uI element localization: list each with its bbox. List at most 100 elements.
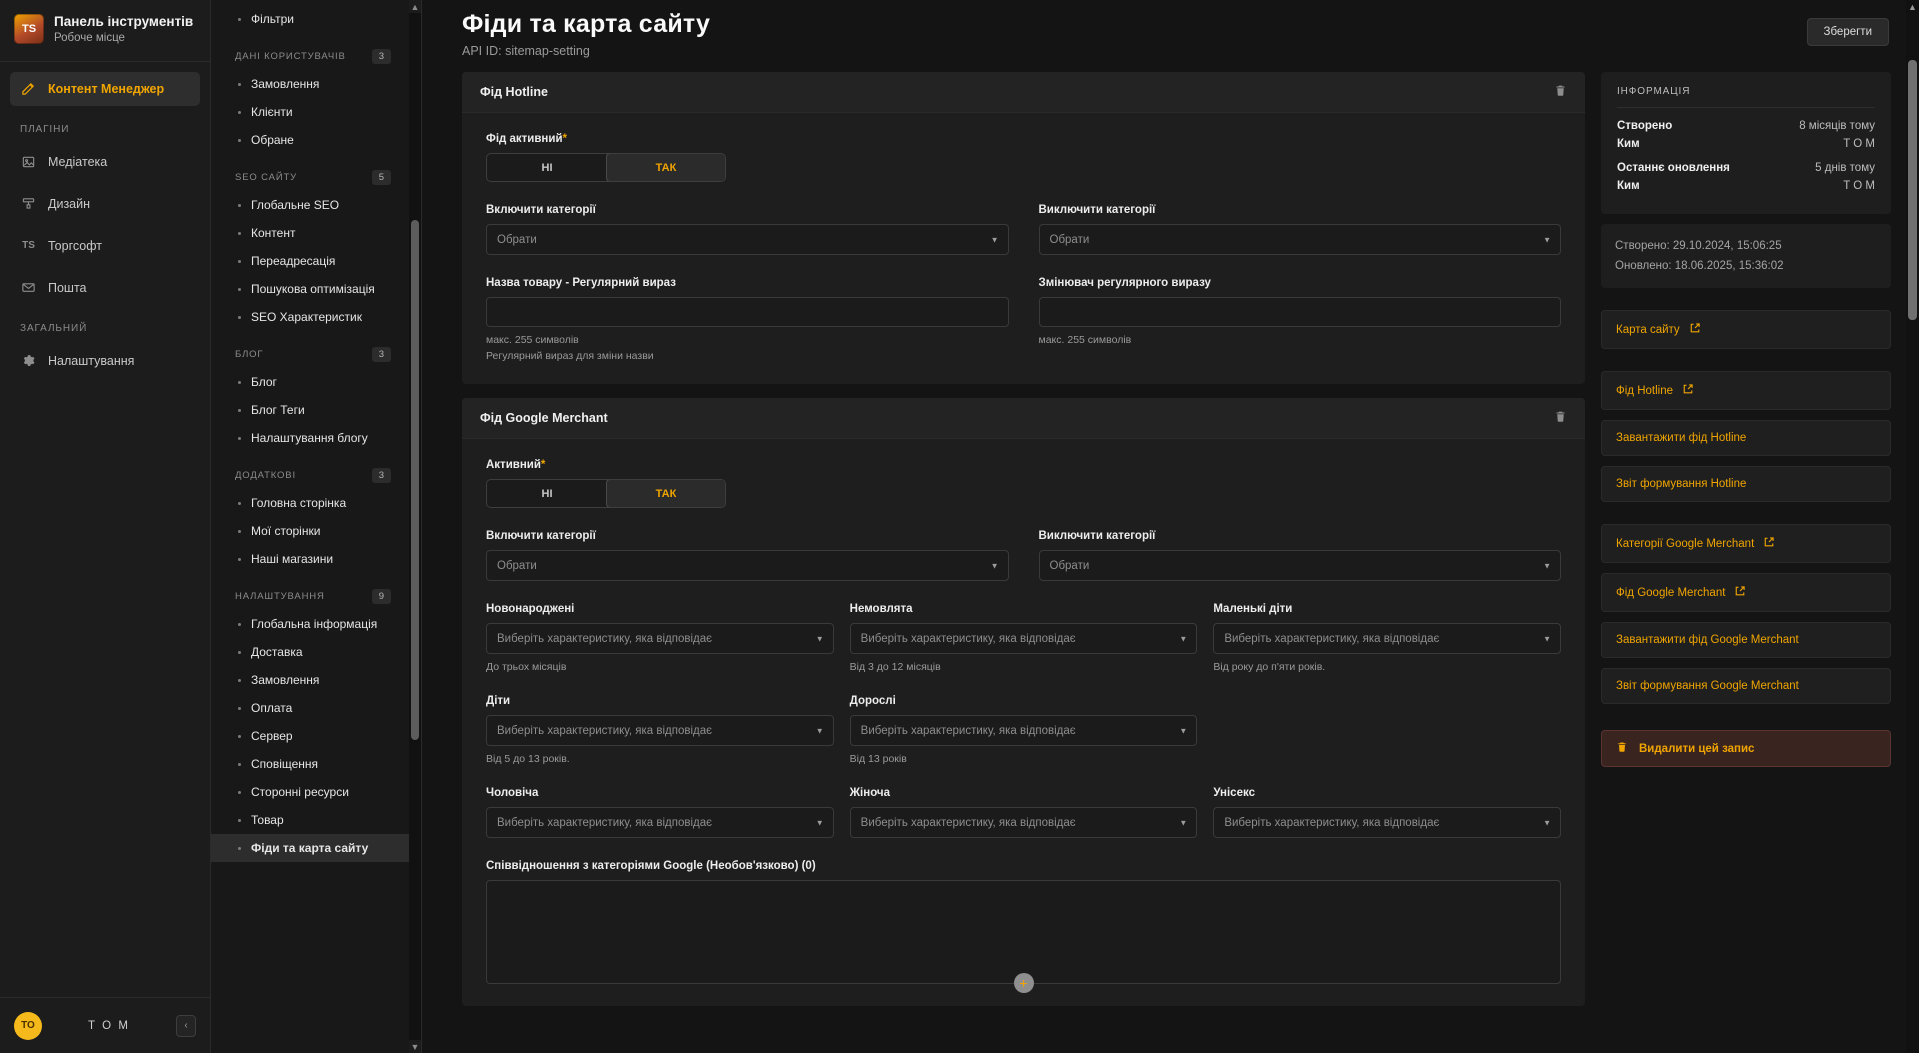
nav-item-my-pages[interactable]: Мої сторінки xyxy=(211,517,409,545)
nav-item-global-seo[interactable]: Глобальне SEO xyxy=(211,191,409,219)
attribute-select[interactable]: Виберіть характеристику, яка відповідає … xyxy=(849,807,1198,838)
attribute-select[interactable]: Виберіть характеристику, яка відповідає … xyxy=(849,623,1198,654)
scroll-down-arrow-icon[interactable]: ▼ xyxy=(409,1040,421,1053)
merchant-toggle-yes[interactable]: ТАК xyxy=(606,480,725,507)
chevron-down-icon: ▼ xyxy=(1543,634,1551,643)
sidebar-item-mail[interactable]: Пошта xyxy=(10,271,200,305)
nav-item-global-info[interactable]: Глобальна інформація xyxy=(211,610,409,638)
sidebar-item-design[interactable]: Дизайн xyxy=(10,187,200,221)
field-label: Жіноча xyxy=(849,787,891,799)
attribute-select[interactable]: Виберіть характеристику, яка відповідає … xyxy=(486,807,834,838)
merchant-toggle-no[interactable]: НІ xyxy=(487,480,607,507)
nav-item-orders-settings[interactable]: Замовлення xyxy=(211,666,409,694)
hotline-active-toggle[interactable]: НІ ТАК xyxy=(486,153,726,182)
hotline-exclude-select[interactable]: Обрати ▼ xyxy=(1038,224,1561,255)
nav-item-blog[interactable]: Блог xyxy=(211,368,409,396)
nav-group-heading-user-data: ДАНІ КОРИСТУВАЧІВ 3 xyxy=(211,33,409,70)
hotline-name-regex-input[interactable] xyxy=(486,297,1009,327)
required-mark: * xyxy=(540,459,546,471)
attribute-select[interactable]: Виберіть характеристику, яка відповідає … xyxy=(486,623,834,654)
sidebar-item-media-library[interactable]: Медіатека xyxy=(10,145,200,179)
sitemap-link-button[interactable]: Карта сайту xyxy=(1601,310,1891,350)
trash-icon[interactable] xyxy=(1554,410,1567,426)
scroll-up-arrow-icon[interactable]: ▲ xyxy=(1906,0,1919,14)
hotline-replace-regex-input[interactable] xyxy=(1038,297,1561,327)
nav-item-orders[interactable]: Замовлення xyxy=(211,70,409,98)
sidebar-item-label: Медіатека xyxy=(48,154,108,169)
nav-item-feeds-and-sitemap[interactable]: Фіди та карта сайту xyxy=(211,834,409,862)
scrollbar-thumb[interactable] xyxy=(1908,60,1917,320)
merchant-age-field-infant: Немовлята Виберіть характеристику, яка в… xyxy=(849,603,1198,673)
created-date: Створено: 29.10.2024, 15:06:25 xyxy=(1615,240,1782,252)
merchant-exclude-label: Виключити категорії xyxy=(1038,530,1156,542)
hotline-feed-link-button[interactable]: Фід Hotline xyxy=(1601,371,1891,411)
nav-item-our-shops[interactable]: Наші магазини xyxy=(211,545,409,573)
secondary-sidebar-scrollbar[interactable]: ▲ ▼ xyxy=(409,0,421,1053)
download-merchant-feed-button[interactable]: Завантажити фід Google Merchant xyxy=(1601,622,1891,659)
delete-record-button[interactable]: Видалити цей запис xyxy=(1601,730,1891,768)
attribute-select[interactable]: Виберіть характеристику, яка відповідає … xyxy=(1213,807,1561,838)
link-label: Категорії Google Merchant xyxy=(1616,537,1755,550)
chevron-down-icon: ▼ xyxy=(1179,634,1188,643)
nav-item-home-page[interactable]: Головна сторінка xyxy=(211,489,409,517)
nav-item-content[interactable]: Контент xyxy=(211,219,409,247)
nav-item-search-optimization[interactable]: Пошукова оптимізація xyxy=(211,275,409,303)
sidebar-item-torgsoft[interactable]: TS Торгсофт xyxy=(10,229,200,263)
merchant-active-toggle[interactable]: НІ ТАК xyxy=(486,479,726,508)
attribute-placeholder: Виберіть характеристику, яка відповідає xyxy=(497,632,713,645)
nav-item-label: Глобальна інформація xyxy=(251,617,378,631)
field-label: Новонароджені xyxy=(486,603,575,615)
scroll-up-arrow-icon[interactable]: ▲ xyxy=(409,0,421,13)
nav-item-seo-characteristics[interactable]: SEO Характеристик xyxy=(211,303,409,331)
sidebar-item-label: Налаштування xyxy=(48,353,135,368)
nav-item-label: Блог xyxy=(251,375,277,389)
hotline-include-value: Обрати xyxy=(497,233,537,246)
hotline-toggle-yes[interactable]: ТАК xyxy=(606,154,725,181)
nav-item-delivery[interactable]: Доставка xyxy=(211,638,409,666)
nav-item-blog-settings[interactable]: Налаштування блогу xyxy=(211,424,409,452)
trash-icon[interactable] xyxy=(1554,84,1567,100)
avatar[interactable]: ТО xyxy=(14,1011,42,1040)
merchant-include-select[interactable]: Обрати ▼ xyxy=(486,550,1009,581)
info-row-updated-by: Ким T O M xyxy=(1617,180,1875,192)
nav-item-label: Обране xyxy=(251,133,294,147)
main-scrollbar[interactable]: ▲ xyxy=(1906,0,1919,1053)
merchant-mapping-box: + xyxy=(486,880,1561,993)
nav-item-product[interactable]: Товар xyxy=(211,806,409,834)
chevron-left-icon[interactable]: ‹ xyxy=(176,1014,196,1037)
plus-icon[interactable]: + xyxy=(1013,973,1034,993)
hotline-toggle-no[interactable]: НІ xyxy=(487,154,607,181)
merchant-report-button[interactable]: Звіт формування Google Merchant xyxy=(1601,668,1891,705)
merchant-age-grid-1: Новонароджені Виберіть характеристику, я… xyxy=(486,603,1561,673)
scrollbar-thumb[interactable] xyxy=(411,220,419,740)
sidebar-item-settings[interactable]: Налаштування xyxy=(10,344,200,378)
attribute-select[interactable]: Виберіть характеристику, яка відповідає … xyxy=(849,715,1198,746)
merchant-age-field-adult: Дорослі Виберіть характеристику, яка від… xyxy=(849,695,1198,765)
attribute-select[interactable]: Виберіть характеристику, яка відповідає … xyxy=(1213,623,1561,654)
merchant-active-label-text: Активний xyxy=(486,459,541,471)
attribute-select[interactable]: Виберіть характеристику, яка відповідає … xyxy=(486,715,834,746)
external-link-icon xyxy=(1689,322,1701,337)
nav-group-heading-additional: ДОДАТКОВІ 3 xyxy=(211,452,409,489)
nav-item-payment[interactable]: Оплата xyxy=(211,694,409,722)
download-hotline-feed-button[interactable]: Завантажити фід Hotline xyxy=(1601,420,1891,457)
merchant-exclude-select[interactable]: Обрати ▼ xyxy=(1038,550,1561,581)
nav-item-favorites[interactable]: Обране xyxy=(211,126,409,154)
merchant-categories-link-button[interactable]: Категорії Google Merchant xyxy=(1601,524,1891,564)
brand-header[interactable]: TS Панель інструментів Робоче місце xyxy=(0,0,210,62)
nav-item-notifications[interactable]: Сповіщення xyxy=(211,750,409,778)
save-button[interactable]: Зберегти xyxy=(1806,18,1889,46)
hotline-include-select[interactable]: Обрати ▼ xyxy=(486,224,1009,255)
sidebar-item-content-manager[interactable]: Контент Менеджер xyxy=(10,71,200,106)
nav-item-redirects[interactable]: Переадресація xyxy=(211,247,409,275)
info-value: T O M xyxy=(1843,180,1875,192)
nav-item-filters[interactable]: Фільтри xyxy=(211,2,409,33)
merchant-feed-link-button[interactable]: Фід Google Merchant xyxy=(1601,573,1891,613)
nav-item-clients[interactable]: Клієнти xyxy=(211,98,409,126)
nav-item-server[interactable]: Сервер xyxy=(211,722,409,750)
field-hint: Від 5 до 13 років. xyxy=(486,753,570,765)
nav-item-blog-tags[interactable]: Блог Теги xyxy=(211,396,409,424)
nav-item-third-party[interactable]: Сторонні ресурси xyxy=(211,778,409,806)
hotline-report-button[interactable]: Звіт формування Hotline xyxy=(1601,466,1891,503)
